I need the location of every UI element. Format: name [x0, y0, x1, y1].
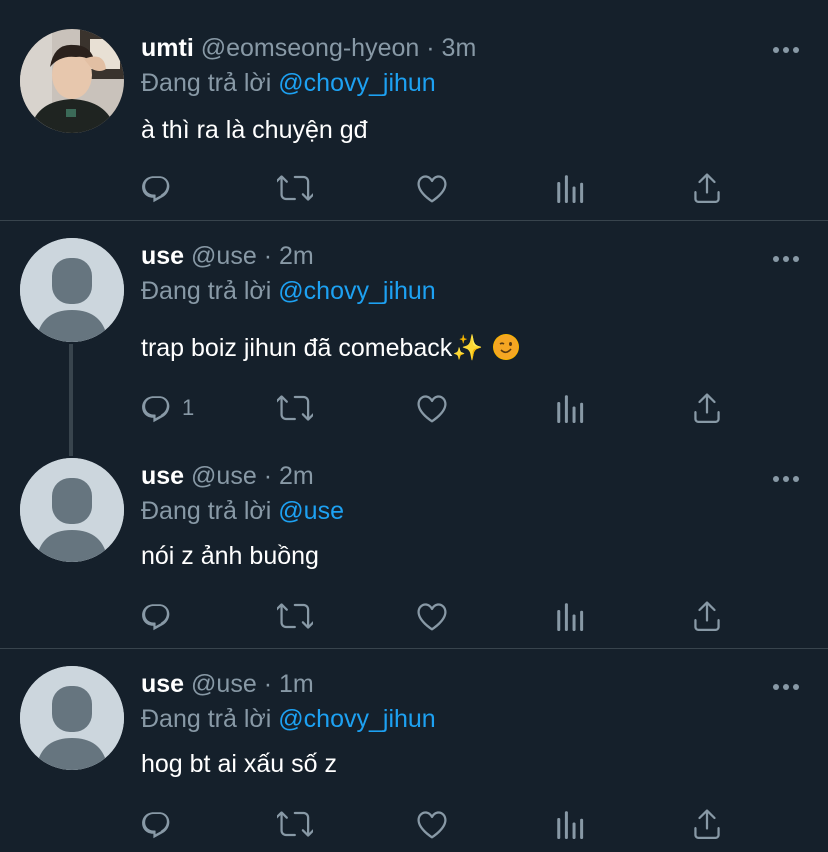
- display-name[interactable]: use: [141, 462, 184, 490]
- reply-icon: [140, 170, 176, 206]
- reply-button[interactable]: [140, 170, 182, 206]
- avatar-photo[interactable]: [20, 29, 124, 133]
- avatar-default[interactable]: [20, 238, 124, 342]
- tweet-text: à thì ra là chuyện gđ: [141, 116, 368, 144]
- analytics-button[interactable]: [552, 170, 588, 206]
- analytics-icon: [552, 806, 588, 842]
- analytics-icon: [552, 170, 588, 206]
- replying-label: Đang trả lời: [141, 705, 272, 733]
- retweet-button[interactable]: [277, 170, 313, 206]
- replying-to: Đang trả lời @chovy_jihun: [141, 68, 436, 98]
- timestamp[interactable]: · 2m: [264, 462, 314, 490]
- winking-face-emoji: [493, 334, 520, 360]
- reply-icon: [140, 806, 176, 842]
- share-icon: [689, 170, 725, 206]
- action-bar: [140, 806, 740, 842]
- tweet-header: use @use · 2m: [141, 241, 314, 271]
- heart-icon: [414, 390, 450, 426]
- default-profile-icon: [20, 666, 124, 770]
- replying-label: Đang trả lời: [141, 277, 272, 305]
- like-button[interactable]: [414, 170, 450, 206]
- more-icon[interactable]: [772, 42, 800, 53]
- like-button[interactable]: [414, 390, 450, 426]
- heart-icon: [414, 170, 450, 206]
- retweet-icon: [277, 598, 313, 634]
- replying-label: Đang trả lời: [141, 69, 272, 97]
- mention-link[interactable]: @use: [278, 497, 344, 525]
- reply-button[interactable]: [140, 806, 182, 842]
- retweet-button[interactable]: [277, 806, 313, 842]
- analytics-icon: [552, 390, 588, 426]
- like-button[interactable]: [414, 598, 450, 634]
- timestamp[interactable]: · 2m: [264, 242, 314, 270]
- action-bar: [140, 170, 740, 206]
- user-photo-icon: [20, 29, 124, 133]
- tweet-header: use @use · 1m: [141, 669, 314, 699]
- tweet-1[interactable]: umti @eomseong-hyeon · 3m Đang trả lời @…: [0, 0, 828, 221]
- replying-to: Đang trả lời @chovy_jihun: [141, 276, 436, 306]
- heart-icon: [414, 806, 450, 842]
- mention-link[interactable]: @chovy_jihun: [278, 69, 435, 97]
- reply-button[interactable]: [140, 598, 182, 634]
- share-button[interactable]: [689, 390, 725, 426]
- more-icon[interactable]: [772, 471, 800, 482]
- action-bar: 1: [140, 390, 740, 426]
- avatar-default[interactable]: [20, 666, 124, 770]
- reply-icon: [140, 598, 176, 634]
- tweet-header: use @use · 2m: [141, 461, 314, 491]
- replying-to: Đang trả lời @use: [141, 496, 344, 526]
- display-name[interactable]: use: [141, 242, 184, 270]
- more-icon[interactable]: [772, 251, 800, 262]
- retweet-button[interactable]: [277, 390, 313, 426]
- analytics-button[interactable]: [552, 390, 588, 426]
- like-button[interactable]: [414, 806, 450, 842]
- display-name[interactable]: umti: [141, 34, 194, 62]
- reply-icon: [140, 390, 176, 426]
- reply-count: 1: [182, 395, 195, 420]
- display-name[interactable]: use: [141, 670, 184, 698]
- tweet-header: umti @eomseong-hyeon · 3m: [141, 33, 476, 63]
- share-button[interactable]: [689, 598, 725, 634]
- retweet-icon: [277, 170, 313, 206]
- analytics-icon: [552, 598, 588, 634]
- timestamp[interactable]: · 3m: [426, 34, 476, 62]
- share-icon: [689, 390, 725, 426]
- tweet-text: trap boiz jihun đã comeback✨: [141, 334, 484, 362]
- share-button[interactable]: [689, 806, 725, 842]
- default-profile-icon: [20, 458, 124, 562]
- tweet-text-row: trap boiz jihun đã comeback✨: [141, 332, 520, 364]
- more-icon[interactable]: [772, 679, 800, 690]
- retweet-button[interactable]: [277, 598, 313, 634]
- user-handle[interactable]: @use: [191, 462, 257, 490]
- analytics-button[interactable]: [552, 806, 588, 842]
- mention-link[interactable]: @chovy_jihun: [278, 705, 435, 733]
- reply-button[interactable]: 1: [140, 390, 194, 426]
- tweet-text: hog bt ai xấu số z: [141, 750, 337, 778]
- share-button[interactable]: [689, 170, 725, 206]
- user-handle[interactable]: @use: [191, 670, 257, 698]
- user-handle[interactable]: @eomseong-hyeon: [201, 34, 420, 62]
- replying-to: Đang trả lời @chovy_jihun: [141, 704, 436, 734]
- avatar-default[interactable]: [20, 458, 124, 562]
- analytics-button[interactable]: [552, 598, 588, 634]
- share-icon: [689, 806, 725, 842]
- share-icon: [689, 598, 725, 634]
- user-handle[interactable]: @use: [191, 242, 257, 270]
- heart-icon: [414, 598, 450, 634]
- replying-label: Đang trả lời: [141, 497, 272, 525]
- thread-line: [69, 344, 73, 456]
- default-profile-icon: [20, 238, 124, 342]
- retweet-icon: [277, 806, 313, 842]
- tweet-text: nói z ảnh buồng: [141, 542, 319, 570]
- retweet-icon: [277, 390, 313, 426]
- mention-link[interactable]: @chovy_jihun: [278, 277, 435, 305]
- action-bar: [140, 598, 740, 634]
- timestamp[interactable]: · 1m: [264, 670, 314, 698]
